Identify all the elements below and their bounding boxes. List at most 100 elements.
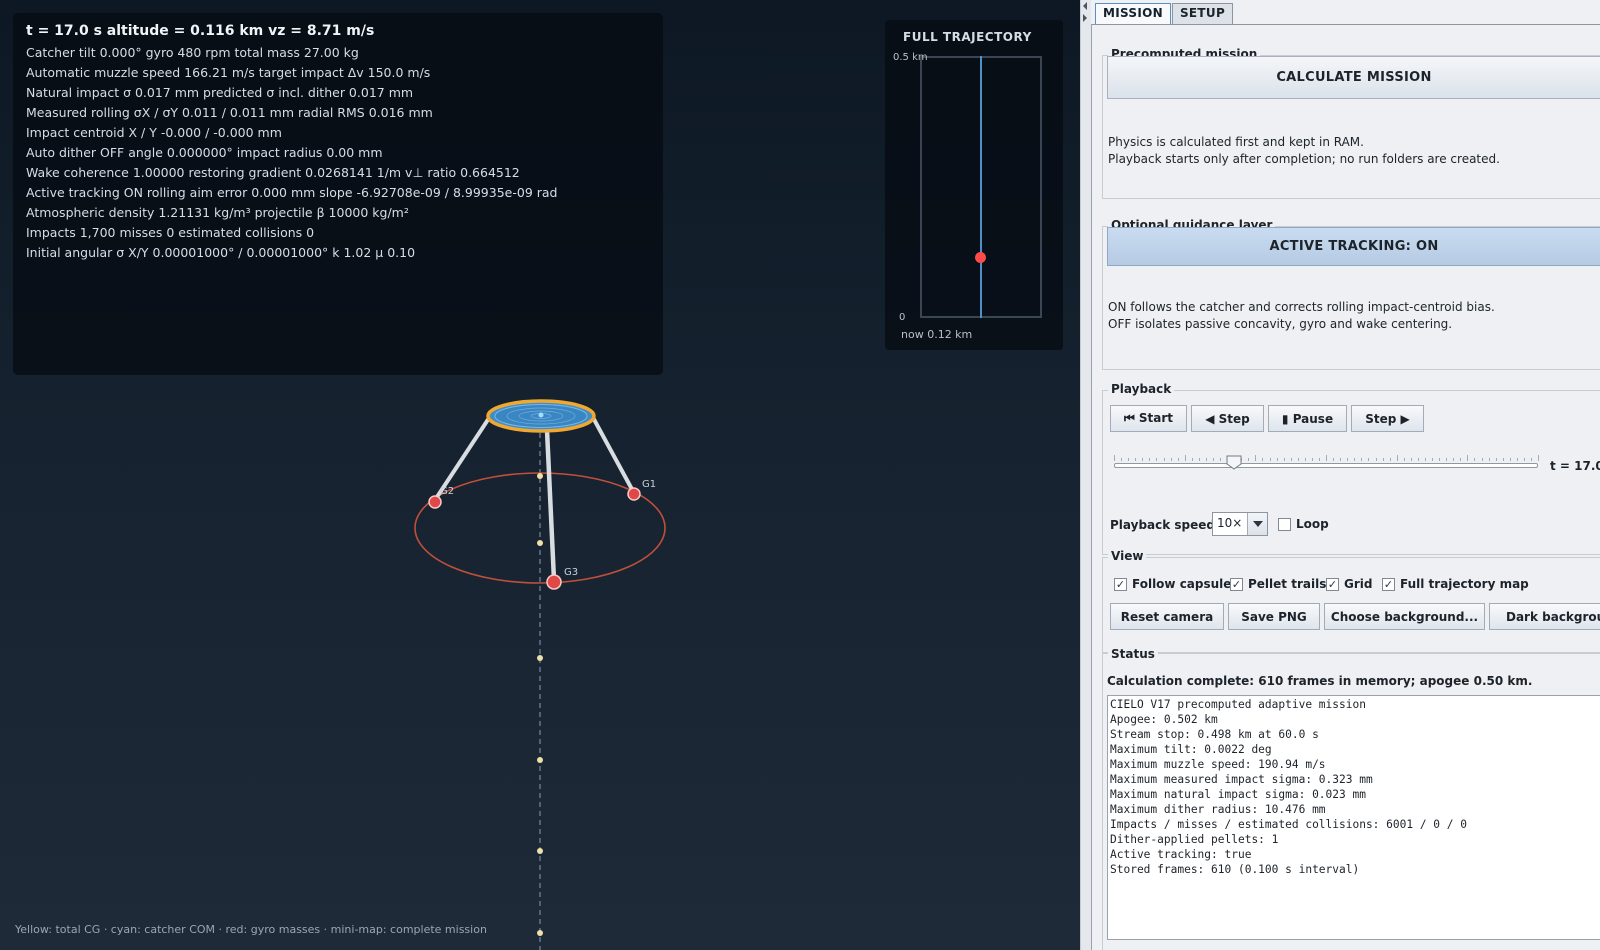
timeline-tick xyxy=(1142,458,1144,461)
timeline-tick xyxy=(1198,458,1200,461)
telemetry-line: Natural impact σ 0.017 mm predicted σ in… xyxy=(26,85,414,100)
checkbox-label: Follow capsule xyxy=(1132,577,1232,591)
timeline-tick xyxy=(1446,458,1448,461)
playback-pause-button[interactable]: ▮ Pause xyxy=(1268,405,1347,432)
strut-g3 xyxy=(544,427,557,583)
timeline-tick xyxy=(1191,458,1193,461)
timeline-tick xyxy=(1248,458,1250,461)
checkbox-box: ✓ xyxy=(1114,577,1127,591)
panel-splitter[interactable] xyxy=(1080,0,1091,950)
precomputed-description: Playback starts only after completion; n… xyxy=(1108,152,1500,166)
playback-speed-label: Playback speed: xyxy=(1110,518,1220,532)
timeline-tick xyxy=(1177,458,1179,461)
tab-bar: MISSION SETUP xyxy=(1095,3,1234,24)
telemetry-line: Automatic muzzle speed 166.21 m/s target… xyxy=(26,65,431,80)
timeline-tick xyxy=(1403,458,1405,461)
reset-camera-button[interactable]: Reset camera xyxy=(1110,603,1224,630)
gyro-mass-g1 xyxy=(627,487,641,501)
timeline-tick xyxy=(1269,458,1271,461)
gyro-label-g1: G1 xyxy=(642,479,656,490)
precomputed-mission-section: Precomputed mission CALCULATE MISSION Ph… xyxy=(1102,47,1600,199)
playback-speed-value: 10× xyxy=(1217,516,1243,530)
telemetry-line: Active tracking ON rolling aim error 0.0… xyxy=(26,185,558,200)
timeline-tick xyxy=(1502,458,1504,461)
telemetry-line: Atmospheric density 1.21131 kg/m³ projec… xyxy=(26,205,409,220)
playback-section: Playback ⏮ Start ◀ Step ▮ Pause Step ▶ t… xyxy=(1102,382,1600,555)
chevron-down-icon[interactable] xyxy=(1247,513,1267,535)
playback-start-button[interactable]: ⏮ Start xyxy=(1110,405,1187,432)
playback-step-back-button[interactable]: ◀ Step xyxy=(1191,405,1264,432)
calculate-mission-button[interactable]: CALCULATE MISSION xyxy=(1107,56,1600,99)
timeline-tick xyxy=(1290,458,1292,461)
full-trajectory-map-checkbox[interactable]: ✓ Full trajectory map xyxy=(1382,577,1529,591)
timeline-tick xyxy=(1205,458,1207,461)
choose-background-button[interactable]: Choose background... xyxy=(1324,603,1485,630)
active-tracking-toggle[interactable]: ACTIVE TRACKING: ON xyxy=(1107,227,1600,266)
playback-speed-select[interactable]: 10× xyxy=(1212,512,1268,536)
status-summary: Calculation complete: 610 frames in memo… xyxy=(1107,674,1533,688)
minimap-trajectory-line xyxy=(980,56,982,318)
save-png-button[interactable]: Save PNG xyxy=(1228,603,1320,630)
guidance-description: ON follows the catcher and corrects roll… xyxy=(1108,300,1495,314)
timeline-tick xyxy=(1481,458,1483,461)
timeline-tick xyxy=(1149,458,1151,461)
collapse-right-icon[interactable] xyxy=(1083,14,1087,22)
timeline-tick xyxy=(1347,458,1349,461)
timeline-tick xyxy=(1453,458,1455,461)
timeline-tick xyxy=(1333,458,1335,461)
3d-viewport[interactable]: G1 G2 G3 t = 17.0 s altitude = 0.116 km … xyxy=(0,0,1080,950)
telemetry-overlay: t = 17.0 s altitude = 0.116 km vz = 8.71… xyxy=(13,13,663,375)
gyro-label-g3: G3 xyxy=(564,567,578,578)
playback-step-forward-button[interactable]: Step ▶ xyxy=(1351,405,1424,432)
mission-tab-content: Precomputed mission CALCULATE MISSION Ph… xyxy=(1091,24,1600,950)
timeline-tick xyxy=(1128,458,1130,461)
strut-g1 xyxy=(588,410,636,495)
timeline-tick xyxy=(1382,458,1384,461)
timeline-tick xyxy=(1439,458,1441,461)
timeline-tick xyxy=(1474,458,1476,461)
follow-capsule-checkbox[interactable]: ✓ Follow capsule xyxy=(1114,577,1231,591)
checkbox-box: ✓ xyxy=(1326,577,1339,591)
precomputed-description: Physics is calculated first and kept in … xyxy=(1108,135,1364,149)
tab-setup[interactable]: SETUP xyxy=(1171,3,1234,24)
grid-checkbox[interactable]: ✓ Grid xyxy=(1326,577,1372,591)
timeline-tick xyxy=(1389,458,1391,461)
pellet xyxy=(537,848,543,854)
pellet xyxy=(537,757,543,763)
catcher-com-marker xyxy=(538,412,544,418)
timeline-slider-thumb[interactable] xyxy=(1226,455,1242,470)
timeline-tick xyxy=(1424,458,1426,461)
gyro-label-g2: G2 xyxy=(440,486,454,497)
timeline-tick xyxy=(1410,458,1412,461)
pellet xyxy=(537,540,543,546)
checkbox-label: Grid xyxy=(1344,577,1373,591)
timeline-slider[interactable] xyxy=(1114,463,1538,468)
timeline-tick xyxy=(1368,458,1370,461)
timeline-tick xyxy=(1417,458,1419,461)
timeline-tick xyxy=(1467,455,1469,461)
guidance-section: Optional guidance layer ACTIVE TRACKING:… xyxy=(1102,218,1600,370)
timeline-tick xyxy=(1509,458,1511,461)
loop-checkbox[interactable]: Loop xyxy=(1278,517,1329,531)
status-log-textarea[interactable]: CIELO V17 precomputed adaptive mission A… xyxy=(1107,695,1600,940)
dark-background-button[interactable]: Dark background xyxy=(1489,603,1600,630)
tab-mission[interactable]: MISSION xyxy=(1095,3,1171,24)
viewport-legend: Yellow: total CG · cyan: catcher COM · r… xyxy=(15,923,487,936)
pellet-trails-checkbox[interactable]: ✓ Pellet trails xyxy=(1230,577,1326,591)
timeline-tick xyxy=(1276,458,1278,461)
telemetry-title: t = 17.0 s altitude = 0.116 km vz = 8.71… xyxy=(26,23,375,39)
section-title: Status xyxy=(1108,647,1158,661)
minimap-title: FULL TRAJECTORY xyxy=(903,30,1032,44)
timeline-tick xyxy=(1326,455,1327,461)
timeline-tick xyxy=(1396,455,1398,461)
timeline-tick xyxy=(1488,458,1490,461)
timeline-tick xyxy=(1311,458,1313,461)
telemetry-line: Impacts 1,700 misses 0 estimated collisi… xyxy=(26,225,315,240)
telemetry-line: Wake coherence 1.00000 restoring gradien… xyxy=(26,165,520,180)
checkbox-box: ✓ xyxy=(1382,577,1395,591)
collapse-left-icon[interactable] xyxy=(1083,2,1087,10)
timeline-tick xyxy=(1220,458,1221,461)
timeline-tick xyxy=(1375,458,1377,461)
timeline-tick xyxy=(1432,458,1433,461)
view-section: View ✓ Follow capsule ✓ Pellet trails ✓ … xyxy=(1102,549,1600,653)
